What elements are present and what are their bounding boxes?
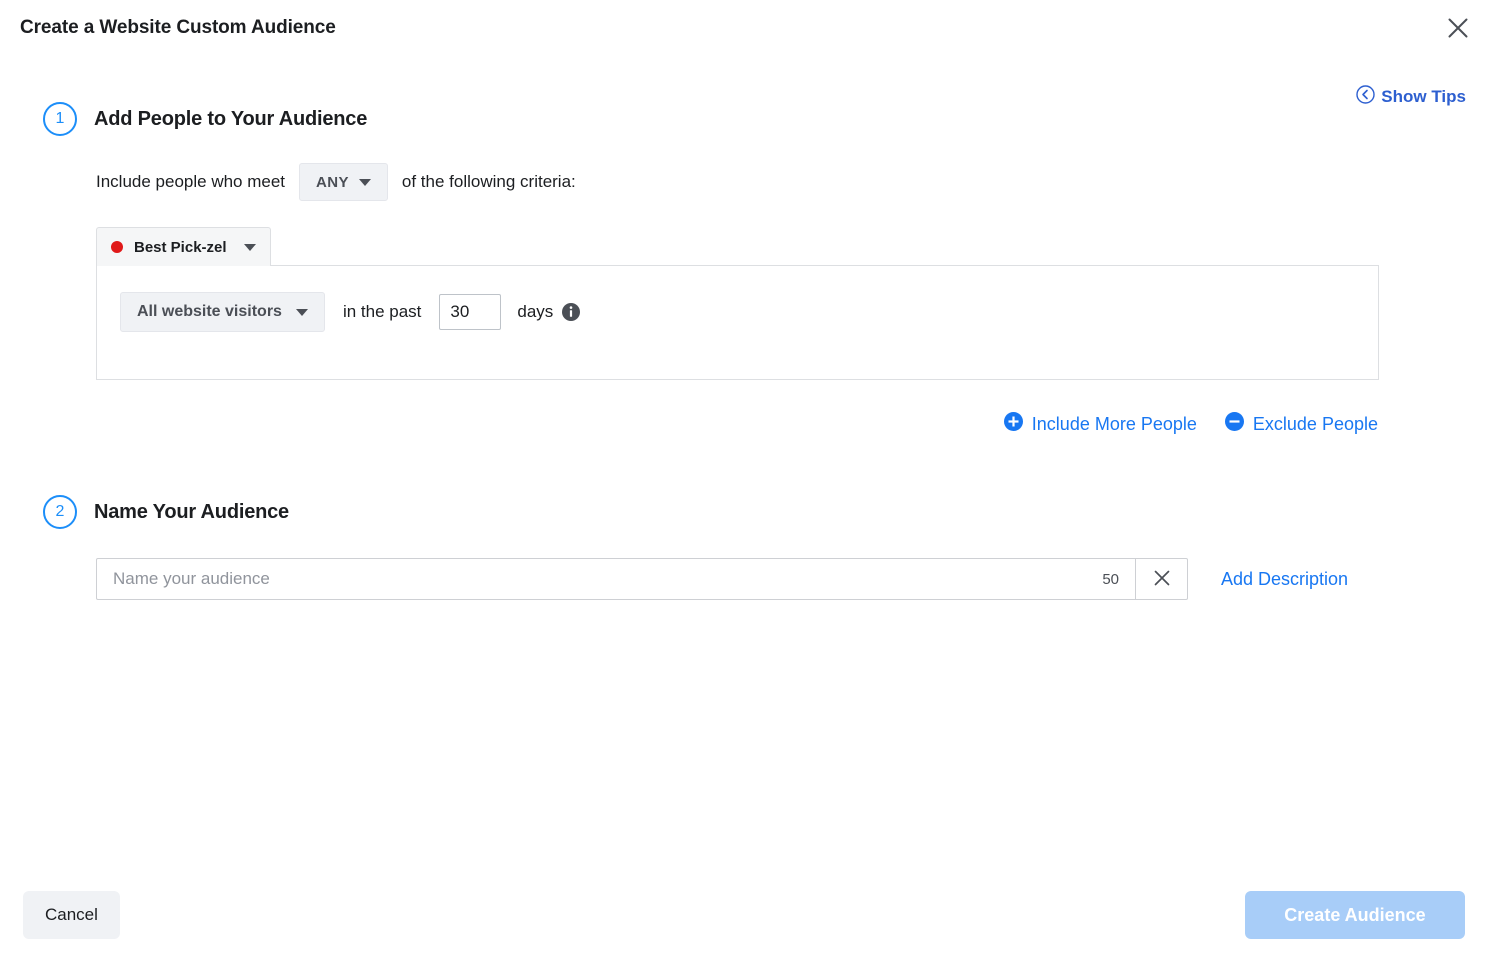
in-the-past-label: in the past [343, 302, 421, 322]
rule-panel: All website visitors in the past days [96, 265, 1379, 380]
add-description-link[interactable]: Add Description [1221, 569, 1348, 590]
info-icon[interactable] [562, 303, 580, 321]
dialog-header: Create a Website Custom Audience [0, 0, 1488, 56]
audience-name-field-wrapper: 50 [96, 558, 1136, 600]
audience-rule-actions: Include More People Exclude People [1004, 412, 1378, 436]
chevron-down-icon [296, 309, 308, 316]
plus-circle-icon [1004, 412, 1023, 436]
step-2-number: 2 [43, 495, 77, 529]
step-2-heading: 2 Name Your Audience [43, 495, 289, 529]
retention-days-input[interactable] [439, 294, 501, 330]
step-1-label: Add People to Your Audience [94, 108, 367, 131]
criteria-prefix-text: Include people who meet [96, 172, 285, 192]
include-more-people-link[interactable]: Include More People [1004, 412, 1197, 436]
step-1-heading: 1 Add People to Your Audience [43, 102, 367, 136]
step-1-number: 1 [43, 102, 77, 136]
exclude-people-link[interactable]: Exclude People [1225, 412, 1378, 436]
days-label: days [517, 302, 553, 322]
minus-circle-icon [1225, 412, 1244, 436]
pixel-status-dot-icon [111, 241, 123, 253]
character-count: 50 [1102, 571, 1135, 588]
match-type-dropdown[interactable]: ANY [299, 163, 388, 201]
cancel-button[interactable]: Cancel [23, 891, 120, 939]
match-type-value: ANY [316, 174, 349, 191]
close-icon [1447, 17, 1469, 39]
step-2-label: Name Your Audience [94, 501, 289, 524]
show-tips-link[interactable]: Show Tips [1356, 85, 1466, 109]
show-tips-label: Show Tips [1381, 87, 1466, 107]
audience-name-input[interactable] [97, 559, 1102, 599]
event-type-dropdown[interactable]: All website visitors [120, 292, 325, 332]
page-title: Create a Website Custom Audience [20, 17, 336, 39]
rule-row: All website visitors in the past days [120, 292, 580, 332]
include-more-people-label: Include More People [1032, 414, 1197, 435]
close-button[interactable] [1440, 10, 1476, 46]
exclude-people-label: Exclude People [1253, 414, 1378, 435]
create-audience-button[interactable]: Create Audience [1245, 891, 1465, 939]
close-icon [1153, 569, 1171, 590]
pixel-source-dropdown[interactable]: Best Pick-zel [96, 227, 271, 266]
chevron-down-icon [359, 179, 371, 186]
audience-name-row: 50 Add Description [96, 558, 1348, 600]
chevron-down-icon [244, 244, 256, 251]
criteria-suffix-text: of the following criteria: [402, 172, 576, 192]
clear-name-button[interactable] [1136, 558, 1188, 600]
chevron-left-circle-icon [1356, 85, 1375, 109]
criteria-row: Include people who meet ANY of the follo… [96, 163, 576, 201]
event-type-value: All website visitors [137, 303, 282, 321]
pixel-source-label: Best Pick-zel [134, 239, 227, 256]
